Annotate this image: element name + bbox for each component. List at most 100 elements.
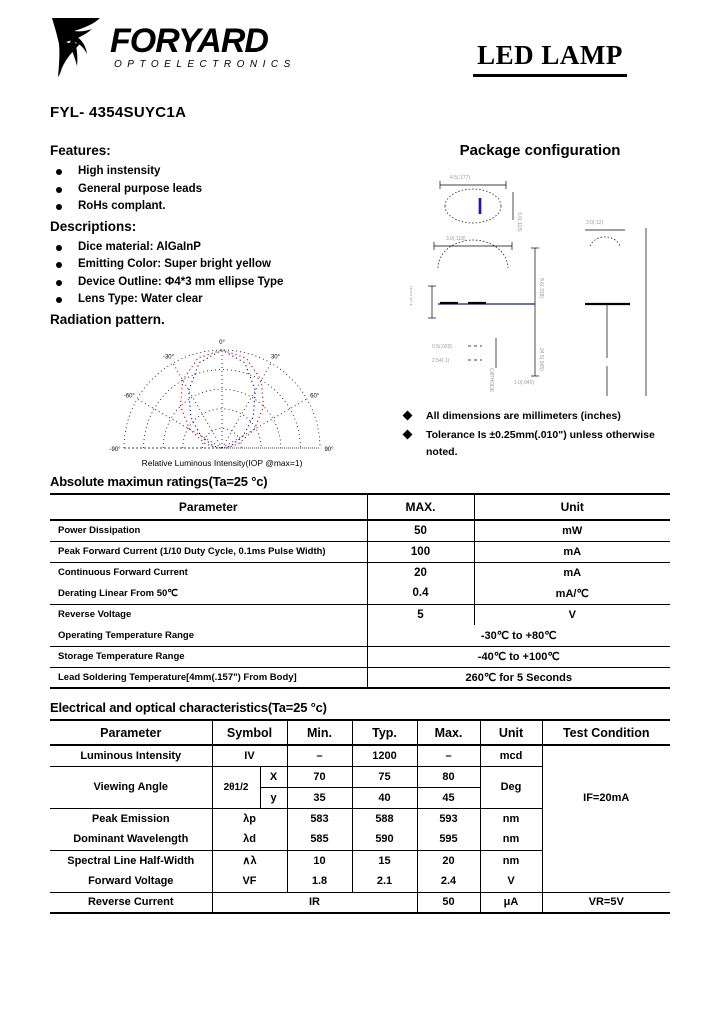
svg-text:3.0(.118): 3.0(.118): [516, 212, 522, 232]
cell-typ: 1200: [351, 744, 418, 767]
svg-text:24.5(.965): 24.5(.965): [538, 348, 544, 371]
table-header-row: Parameter MAX. Unit: [50, 493, 670, 521]
table-row: Peak Forward Current (1/10 Duty Cycle, 0…: [50, 540, 670, 563]
svg-text:-60°: -60°: [124, 394, 136, 400]
cell-typ: 15: [351, 849, 418, 871]
cell-unit: mA/℃: [473, 583, 670, 605]
cell-unit: mcd: [479, 744, 543, 767]
cell-value-span: -30℃ to +80℃: [366, 625, 670, 647]
table-row: Reverse Voltage 5 V: [50, 603, 670, 625]
column-header-max: MAX.: [366, 493, 475, 521]
descriptions-list: Dice material: AlGaInP Emitting Color: S…: [50, 239, 380, 309]
cell-typ: 590: [351, 829, 418, 851]
cell-typ: 2.1: [351, 871, 418, 893]
cell-unit: μA: [479, 891, 543, 914]
cell-unit: mA: [473, 540, 670, 563]
features-heading: Features:: [50, 143, 111, 158]
cell-max: 593: [416, 807, 481, 829]
cell-symbol: 2θ1/2: [211, 765, 261, 809]
svg-text:1.0(.040): 1.0(.040): [514, 380, 534, 386]
table-row: Storage Temperature Range -40℃ to +100℃: [50, 645, 670, 668]
cell-test-condition: IF=20mA: [541, 744, 670, 893]
cell-axis: X: [259, 765, 288, 788]
cell-unit: mA: [473, 561, 670, 583]
table-row: Luminous Intensity IV – 1200 – mcd IF=20…: [50, 744, 670, 893]
svg-text:30°: 30°: [271, 354, 281, 360]
cell-value-span: 260℃ for 5 Seconds: [366, 666, 670, 689]
cell-min: 70: [286, 765, 353, 788]
cell-typ: 40: [351, 786, 418, 809]
cell-parameter: Dominant Wavelength: [50, 829, 213, 851]
table-row: Power Dissipation 50 mW: [50, 519, 670, 542]
cell-value-span: -40℃ to +100℃: [366, 645, 670, 668]
svg-text:60°: 60°: [310, 394, 320, 400]
table-row: Lead Soldering Temperature[4mm(.157") Fr…: [50, 666, 670, 689]
cell-max: 80: [416, 765, 481, 788]
cell-parameter: Forward Voltage: [50, 871, 213, 893]
cell-symbol: VF: [211, 871, 288, 893]
cell-symbol: λp: [211, 807, 288, 829]
column-header-unit: Unit: [473, 493, 670, 521]
cell-max: 50: [366, 519, 475, 542]
column-header-parameter: Parameter: [50, 719, 213, 746]
svg-text:3.0(.12): 3.0(.12): [586, 220, 604, 226]
svg-text:90°: 90°: [324, 447, 334, 453]
company-tagline: OPTOELECTRONICS: [114, 59, 296, 70]
svg-text:0°: 0°: [219, 340, 225, 346]
absolute-maximum-ratings-table: Parameter MAX. Unit Power Dissipation 50…: [50, 493, 670, 689]
cell-unit: mW: [473, 519, 670, 542]
cell-parameter: Spectral Line Half-Width: [50, 849, 213, 871]
cell-unit: Deg: [479, 765, 542, 809]
list-item: High instensity: [50, 163, 380, 181]
column-header-parameter: Parameter: [50, 493, 368, 521]
table-row: Continuous Forward Current 20 mA: [50, 561, 670, 583]
cell-unit: nm: [479, 807, 542, 829]
svg-text:1.0(.039): 1.0(.039): [410, 286, 414, 306]
svg-text:3.0(.118): 3.0(.118): [446, 236, 466, 242]
cell-parameter: Reverse Current: [50, 891, 213, 914]
table-header-row: Parameter Symbol Min. Typ. Max. Unit Tes…: [50, 719, 670, 746]
column-header-typ: Typ.: [351, 719, 418, 746]
company-name: FORYARD: [110, 22, 269, 60]
table-row: Reverse Current IR 50 μA VR=5V: [50, 891, 670, 914]
cell-min: –: [286, 744, 353, 767]
radiation-pattern-chart: -90° -60° -30° 0° 30° 60° 90° Relative Luminou…: [62, 336, 382, 478]
note-dimensions: All dimensions are millimeters (inches): [396, 408, 680, 425]
electrical-optical-characteristics-table: Parameter Symbol Min. Typ. Max. Unit Tes…: [50, 719, 670, 914]
package-drawing: 4.5(.177) 3.0(.118) 8.6(.338) 24.5(.965)…: [408, 168, 675, 403]
cell-symbol: IV: [211, 744, 288, 767]
cell-max: 45: [416, 786, 480, 809]
page-header: FORYARD OPTOELECTRONICS LED LAMP: [50, 16, 670, 88]
cell-symbol: λd: [211, 829, 288, 851]
table-row: Operating Temperature Range -30℃ to +80℃: [50, 625, 670, 647]
company-logo: FORYARD OPTOELECTRONICS: [50, 16, 296, 78]
cell-max: 20: [366, 561, 475, 583]
cell-test-condition: VR=5V: [541, 891, 670, 914]
cell-max: 50: [416, 891, 481, 914]
datasheet-page: FORYARD OPTOELECTRONICS LED LAMP FYL- 43…: [0, 0, 720, 1012]
list-item: Lens Type: Water clear: [50, 291, 380, 309]
cell-symbol: IR: [211, 891, 418, 914]
cell-max: 0.4: [366, 583, 475, 605]
document-title: LED LAMP: [430, 40, 670, 77]
svg-text:4.5(.177): 4.5(.177): [450, 175, 470, 181]
cell-typ: 75: [351, 765, 418, 788]
cell-unit: nm: [479, 849, 542, 871]
cell-unit: V: [479, 871, 542, 893]
cell-min: 10: [286, 849, 353, 871]
list-item: Device Outline: Φ4*3 mm ellipse Type: [50, 274, 380, 292]
cell-unit: V: [473, 603, 670, 625]
cell-max: 2.4: [416, 871, 481, 893]
svg-text:8.6(.338): 8.6(.338): [538, 278, 544, 298]
svg-text:-30°: -30°: [163, 354, 175, 360]
cell-axis: y: [260, 786, 288, 809]
cell-parameter: Peak Forward Current (1/10 Duty Cycle, 0…: [50, 540, 368, 563]
cell-parameter: Storage Temperature Range: [50, 645, 368, 668]
features-list: High instensity General purpose leads Ro…: [50, 163, 380, 216]
column-header-unit: Unit: [479, 719, 543, 746]
cell-parameter: Reverse Voltage: [50, 603, 368, 625]
abs-ratings-title: Absolute maximun ratings(Ta=25 °c): [50, 474, 268, 489]
part-number: FYL- 4354SUYC1A: [50, 104, 187, 121]
descriptions-heading: Descriptions:: [50, 218, 137, 234]
cell-symbol: ∧λ: [211, 849, 288, 871]
